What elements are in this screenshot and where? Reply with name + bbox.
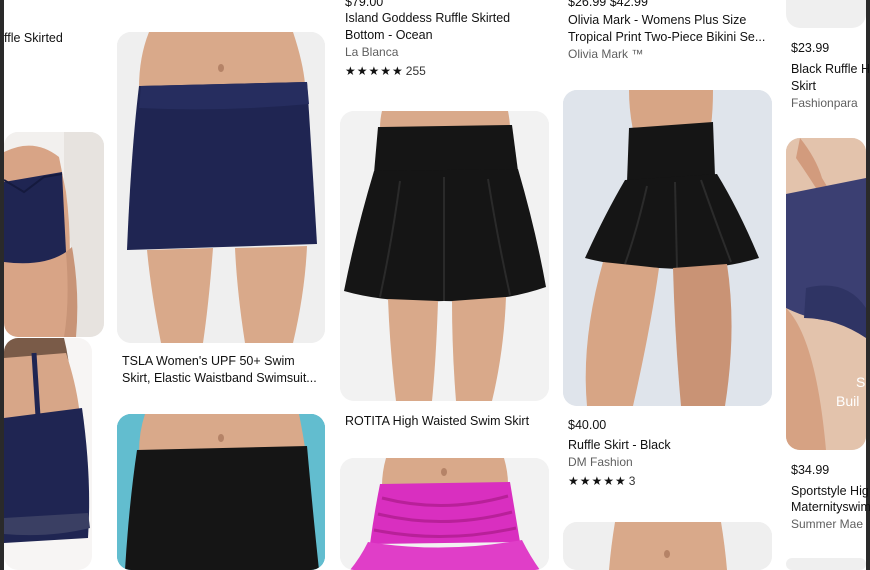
product-image[interactable] <box>117 414 325 570</box>
product-title-line2[interactable]: Skirt, Elastic Waistband Swimsuit... <box>122 370 317 387</box>
product-image[interactable]: S Buil <box>786 138 866 450</box>
model-illustration <box>563 522 772 570</box>
model-illustration <box>340 458 549 570</box>
product-title[interactable]: Ruffle Skirt - Black <box>568 437 671 454</box>
product-title-line1[interactable]: Island Goddess Ruffle Skirted <box>345 10 510 27</box>
model-illustration <box>117 414 325 570</box>
product-price: $23.99 <box>791 41 830 55</box>
overlay-text-line2: Buil <box>836 393 860 409</box>
model-illustration <box>4 132 104 337</box>
product-title-line1[interactable]: Sportstyle Hig <box>791 483 869 500</box>
product-brand[interactable]: La Blanca <box>345 44 398 60</box>
product-image[interactable] <box>786 558 866 570</box>
product-image[interactable] <box>340 458 549 570</box>
model-illustration <box>117 32 325 343</box>
product-price: $26.99 $42.99 <box>568 0 648 9</box>
product-title-line2[interactable]: Bottom - Ocean <box>345 27 433 44</box>
product-title-line2[interactable]: Maternityswim <box>791 499 870 516</box>
product-price: $40.00 <box>568 418 607 432</box>
product-brand[interactable]: Summer Mae <box>791 516 863 532</box>
product-image[interactable] <box>563 90 772 406</box>
product-title-line1[interactable]: TSLA Women's UPF 50+ Swim <box>122 353 295 370</box>
product-title-line2[interactable]: Skirt <box>791 78 816 95</box>
product-image[interactable] <box>786 0 866 28</box>
product-image[interactable] <box>117 32 325 343</box>
product-brand[interactable]: Fashionpara <box>791 95 858 111</box>
product-title-line2[interactable]: Tropical Print Two-Piece Bikini Se... <box>568 29 765 46</box>
half-star-icon: ★ <box>392 64 404 78</box>
rating-count: 255 <box>405 64 426 78</box>
product-brand[interactable]: Olivia Mark ™ <box>568 46 643 62</box>
product-title-line1[interactable]: Olivia Mark - Womens Plus Size <box>568 12 746 29</box>
model-illustration <box>340 111 549 401</box>
product-image[interactable] <box>4 132 104 337</box>
product-image[interactable] <box>563 522 772 570</box>
rating-stars: ★★★★★ 3 <box>568 474 636 488</box>
product-price: $79.00 <box>345 0 384 9</box>
product-price: $34.99 <box>791 463 830 477</box>
product-title[interactable]: ffle Skirted <box>4 30 63 47</box>
product-image[interactable] <box>340 111 549 401</box>
product-title[interactable]: ROTITA High Waisted Swim Skirt <box>345 413 529 430</box>
rating-stars: ★★★★★ 255 <box>345 64 426 78</box>
model-illustration <box>563 90 772 406</box>
overlay-text-line1: S <box>856 374 866 390</box>
rating-count: 3 <box>628 474 636 488</box>
product-image[interactable] <box>4 338 92 570</box>
product-title-line1[interactable]: Black Ruffle Hi <box>791 61 870 78</box>
product-brand[interactable]: DM Fashion <box>568 454 633 470</box>
model-illustration <box>4 338 92 570</box>
